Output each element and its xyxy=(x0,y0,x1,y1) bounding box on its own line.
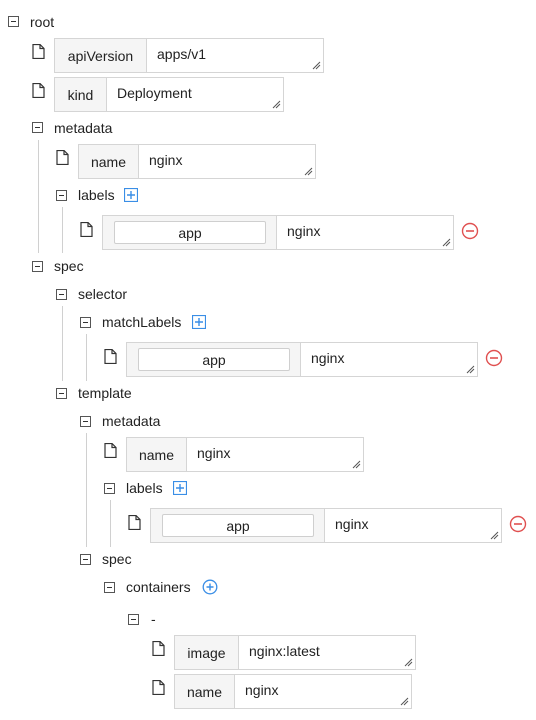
field-container-image: image nginx:latest xyxy=(174,635,416,670)
guide-line xyxy=(62,306,63,381)
field-value-input[interactable]: nginx xyxy=(186,438,363,471)
field-container-name: name nginx xyxy=(174,674,412,709)
add-container-icon[interactable] xyxy=(202,579,218,595)
node-label-spec: spec xyxy=(54,258,84,274)
field-value-input[interactable]: nginx xyxy=(324,509,501,542)
field-value-input[interactable]: nginx xyxy=(300,343,477,376)
field-kind: kind Deployment xyxy=(54,77,284,112)
guide-line xyxy=(38,140,39,253)
guide-line xyxy=(110,500,111,547)
node-label-template-spec: spec xyxy=(102,551,132,567)
file-icon xyxy=(32,44,45,59)
remove-template-label-icon[interactable] xyxy=(509,515,527,533)
file-icon xyxy=(152,641,165,656)
field-metadata-name: name nginx xyxy=(78,144,316,179)
field-key: kind xyxy=(55,78,107,111)
file-icon xyxy=(152,680,165,695)
resize-grip-icon[interactable] xyxy=(442,238,451,247)
field-value-input[interactable]: nginx xyxy=(276,216,453,249)
collapse-containers-toggle[interactable] xyxy=(104,582,115,593)
label-key-input[interactable]: app xyxy=(138,348,290,371)
node-label-containers: containers xyxy=(126,579,191,595)
remove-matchlabel-icon[interactable] xyxy=(485,349,503,367)
add-template-label-icon[interactable] xyxy=(173,481,187,495)
node-label-matchlabels: matchLabels xyxy=(102,314,182,330)
label-key-cell: app xyxy=(127,343,301,376)
node-label-template-metadata: metadata xyxy=(102,413,161,429)
label-key-cell: app xyxy=(151,509,325,542)
collapse-template-labels-toggle[interactable] xyxy=(104,483,115,494)
field-label-entry: app nginx xyxy=(102,215,454,250)
add-label-icon[interactable] xyxy=(124,188,138,202)
node-label-selector: selector xyxy=(78,286,128,302)
field-value-input[interactable]: nginx xyxy=(138,145,315,178)
collapse-matchlabels-toggle[interactable] xyxy=(80,317,91,328)
field-matchlabel-entry: app nginx xyxy=(126,342,478,377)
file-icon xyxy=(56,150,69,165)
resize-grip-icon[interactable] xyxy=(404,658,413,667)
collapse-template-spec-toggle[interactable] xyxy=(80,554,91,565)
field-value-input[interactable]: nginx xyxy=(234,675,411,708)
node-label-metadata: metadata xyxy=(54,120,113,136)
field-key: name xyxy=(175,675,235,708)
node-label-labels: labels xyxy=(78,187,115,203)
collapse-template-metadata-toggle[interactable] xyxy=(80,416,91,427)
resize-grip-icon[interactable] xyxy=(312,61,321,70)
field-value-input[interactable]: Deployment xyxy=(106,78,283,111)
node-label-template: template xyxy=(78,385,132,401)
file-icon xyxy=(32,83,45,98)
add-matchlabel-icon[interactable] xyxy=(192,315,206,329)
resize-grip-icon[interactable] xyxy=(352,460,361,469)
resize-grip-icon[interactable] xyxy=(304,167,313,176)
guide-line xyxy=(86,433,87,547)
field-apiversion: apiVersion apps/v1 xyxy=(54,38,324,73)
file-icon xyxy=(128,515,141,530)
label-key-input[interactable]: app xyxy=(162,514,314,537)
field-key: image xyxy=(175,636,239,669)
collapse-labels-toggle[interactable] xyxy=(56,190,67,201)
file-icon xyxy=(104,443,117,458)
collapse-root-toggle[interactable] xyxy=(8,16,19,27)
remove-label-icon[interactable] xyxy=(461,222,479,240)
resize-grip-icon[interactable] xyxy=(490,531,499,540)
field-key: name xyxy=(127,438,187,471)
field-template-name: name nginx xyxy=(126,437,364,472)
node-label-root: root xyxy=(30,14,55,30)
field-key: apiVersion xyxy=(55,39,147,72)
field-template-label-entry: app nginx xyxy=(150,508,502,543)
field-value-input[interactable]: nginx:latest xyxy=(238,636,415,669)
label-key-cell: app xyxy=(103,216,277,249)
collapse-metadata-toggle[interactable] xyxy=(32,122,43,133)
resize-grip-icon[interactable] xyxy=(400,697,409,706)
resize-grip-icon[interactable] xyxy=(272,100,281,109)
guide-line xyxy=(86,334,87,381)
collapse-template-toggle[interactable] xyxy=(56,388,67,399)
node-label-container-item: - xyxy=(151,611,156,627)
field-key: name xyxy=(79,145,139,178)
collapse-container-item-toggle[interactable] xyxy=(128,614,139,625)
collapse-spec-toggle[interactable] xyxy=(32,261,43,272)
guide-line xyxy=(62,207,63,253)
field-value-input[interactable]: apps/v1 xyxy=(146,39,323,72)
node-label-template-labels: labels xyxy=(126,480,163,496)
file-icon xyxy=(80,222,93,237)
resize-grip-icon[interactable] xyxy=(466,365,475,374)
file-icon xyxy=(104,349,117,364)
label-key-input[interactable]: app xyxy=(114,221,266,244)
collapse-selector-toggle[interactable] xyxy=(56,289,67,300)
